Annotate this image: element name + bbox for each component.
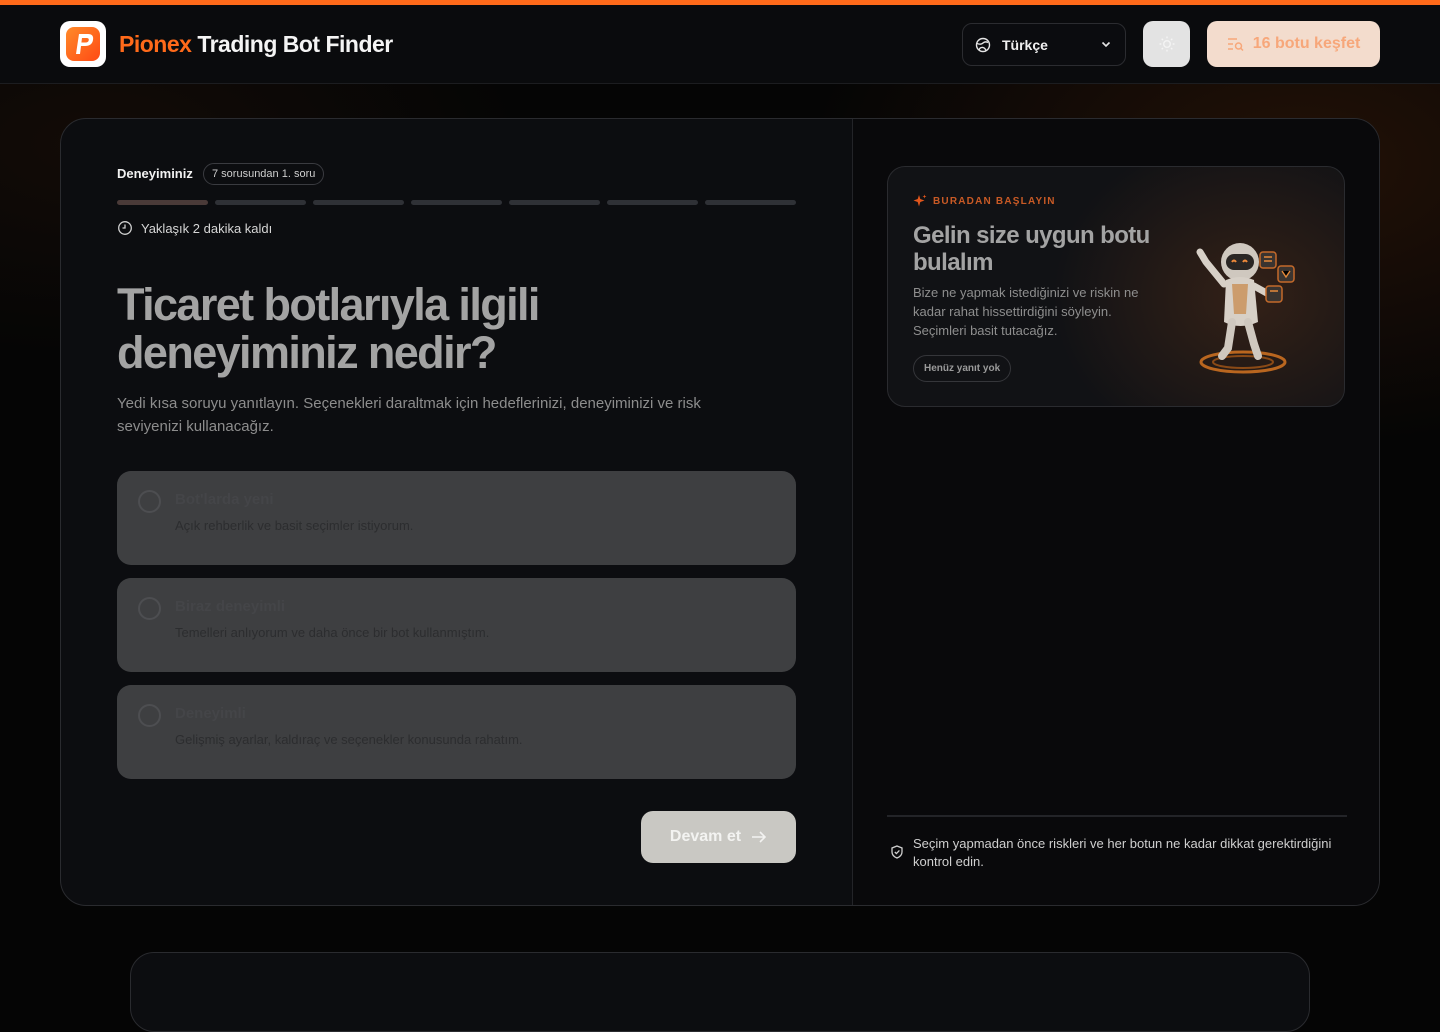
progress-segment — [411, 200, 502, 205]
risk-note: Seçim yapmadan önce riskleri ve her botu… — [890, 835, 1350, 871]
progress-segment — [215, 200, 306, 205]
language-selected: Türkçe — [1002, 36, 1048, 53]
brand-rest: Trading Bot Finder — [197, 31, 393, 57]
progress-segment — [117, 200, 208, 205]
globe-icon — [975, 37, 991, 52]
time-remaining-text: Yaklaşık 2 dakika kaldı — [141, 220, 273, 236]
explore-bots-button[interactable]: 16 botu keşfet — [1207, 21, 1380, 67]
arrow-right-icon — [752, 831, 767, 843]
option-description: Temelleri anlıyorum ve daha önce bir bot… — [175, 625, 490, 640]
list-search-icon — [1227, 37, 1244, 51]
radio-button[interactable] — [138, 490, 161, 513]
option-description: Gelişmiş ayarlar, kaldıraç ve seçenekler… — [175, 732, 523, 747]
progress-bar — [117, 200, 796, 205]
step-title: Deneyiminiz — [117, 166, 193, 181]
continue-button[interactable]: Devam et — [641, 811, 796, 863]
pionex-logo[interactable] — [60, 21, 106, 67]
risk-note-text: Seçim yapmadan önce riskleri ve her botu… — [913, 836, 1332, 869]
quiz-card: Deneyiminiz 7 sorusundan 1. soru Yaklaşı… — [60, 118, 1380, 906]
progress-segment — [607, 200, 698, 205]
explore-bots-label: 16 botu keşfet — [1252, 35, 1361, 52]
intro-panel: BURADAN BAŞLAYIN Gelin size uygun botu b… — [887, 166, 1345, 407]
clock-icon — [118, 221, 132, 235]
note-divider — [887, 815, 1347, 817]
language-select[interactable]: Türkçe — [962, 23, 1126, 66]
progress-segment — [509, 200, 600, 205]
progress-segment — [705, 200, 796, 205]
answer-status-badge: Henüz yanıt yok — [913, 355, 1012, 382]
question-subtext: Yedi kısa soruyu yanıtlayın. Seçenekleri… — [117, 395, 701, 435]
radio-button[interactable] — [138, 704, 161, 727]
header: Pionex Trading Bot Finder Türkçe 16 botu… — [0, 5, 1440, 84]
answer-option[interactable]: Deneyimli Gelişmiş ayarlar, kaldıraç ve … — [117, 685, 796, 779]
question-heading: Ticaret botlarıyla ilgili deneyiminiz ne… — [117, 279, 540, 378]
time-remaining: Yaklaşık 2 dakika kaldı — [117, 220, 272, 236]
chevron-down-icon — [1101, 41, 1111, 48]
robot-mascot-illustration — [1196, 243, 1295, 374]
option-title: Bot'larda yeni — [175, 491, 274, 508]
sun-icon — [1159, 36, 1174, 52]
option-description: Açık rehberlik ve basit seçimler istiyor… — [175, 518, 414, 533]
sparkle-icon — [913, 194, 927, 207]
intro-kicker: BURADAN BAŞLAYIN — [913, 194, 1056, 208]
intro-description: Bize ne yapmak istediğinizi ve riskin ne… — [913, 285, 1139, 338]
shield-check-icon — [891, 845, 903, 859]
intro-kicker-text: BURADAN BAŞLAYIN — [933, 195, 1056, 207]
brand-highlight: Pionex — [119, 31, 192, 57]
radio-button[interactable] — [138, 597, 161, 620]
step-count-badge: 7 sorusundan 1. soru — [203, 163, 325, 185]
secondary-card — [130, 952, 1310, 1032]
progress-segment — [313, 200, 404, 205]
intro-title: Gelin size uygun botu bulalım — [913, 222, 1150, 276]
theme-toggle-button[interactable] — [1143, 21, 1190, 67]
option-title: Biraz deneyimli — [175, 598, 286, 615]
continue-label: Devam et — [669, 828, 742, 845]
pane-divider — [852, 119, 853, 905]
option-title: Deneyimli — [175, 705, 246, 722]
brand-title: Pionex Trading Bot Finder — [119, 31, 393, 58]
answer-option[interactable]: Biraz deneyimli Temelleri anlıyorum ve d… — [117, 578, 796, 672]
answer-option[interactable]: Bot'larda yeni Açık rehberlik ve basit s… — [117, 471, 796, 565]
